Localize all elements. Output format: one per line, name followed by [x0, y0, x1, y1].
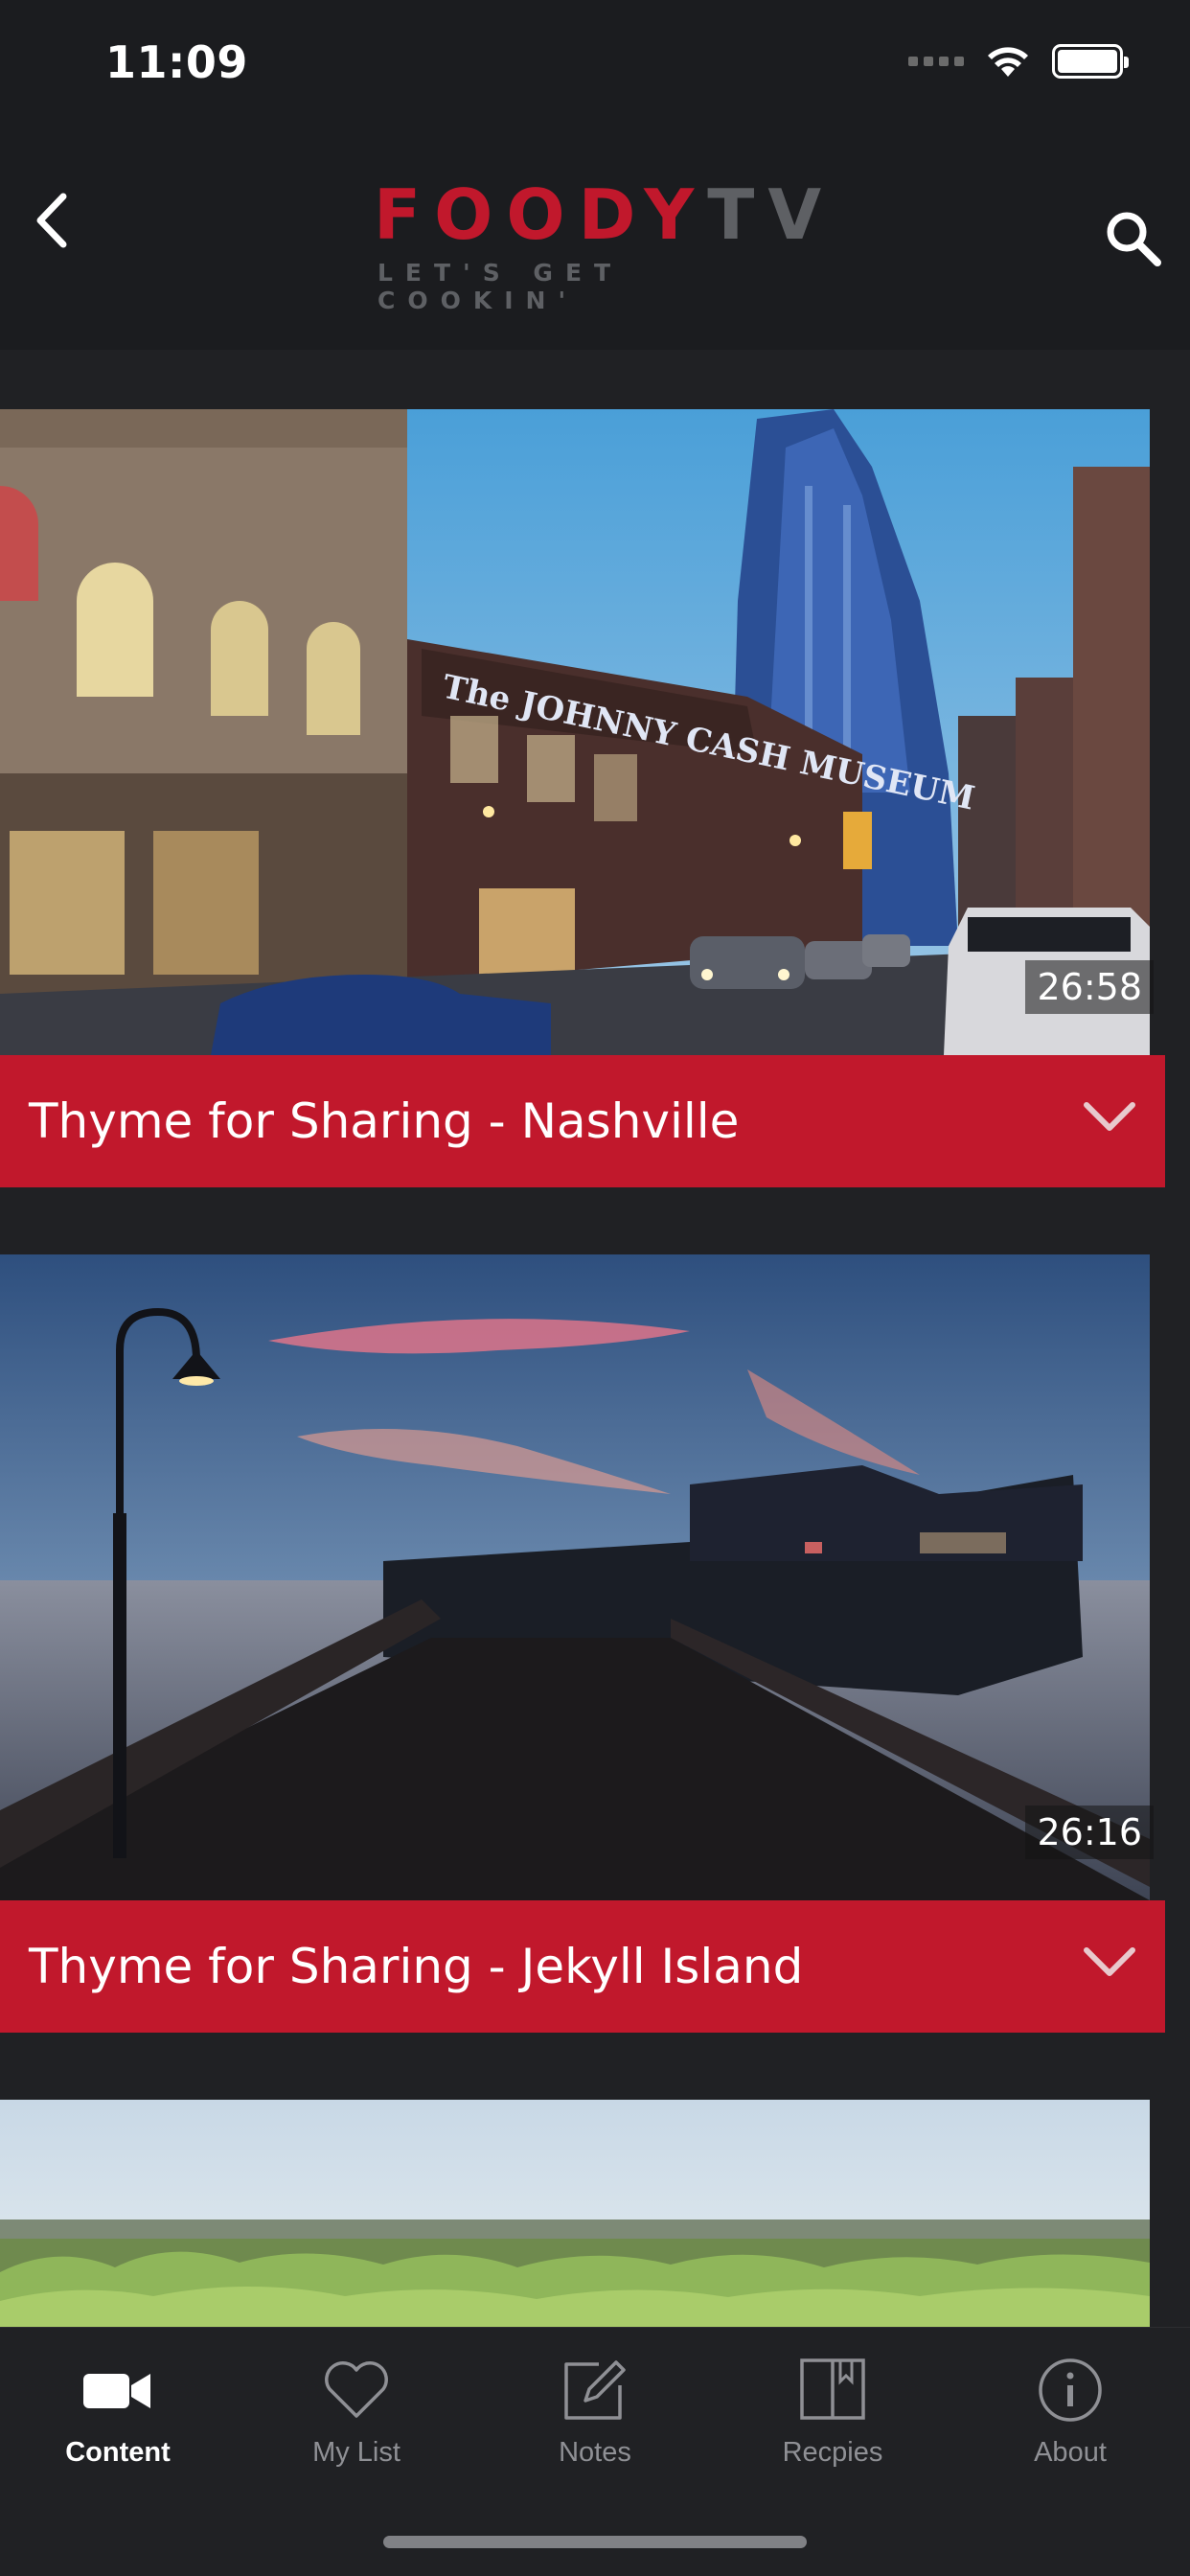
episode-thumbnail[interactable] — [0, 1254, 1150, 1900]
status-time: 11:09 — [105, 36, 248, 88]
wifi-icon — [988, 47, 1028, 77]
chevron-down-icon[interactable] — [1083, 1943, 1136, 1981]
episode-thumbnail[interactable]: The JOHNNY CASH MUSEUM — [0, 409, 1150, 1055]
home-indicator[interactable] — [383, 2536, 807, 2548]
status-icons — [908, 44, 1129, 79]
book-icon — [800, 2358, 865, 2420]
search-icon[interactable] — [1104, 209, 1163, 268]
episode-card[interactable] — [0, 2100, 1165, 2327]
edit-note-icon — [564, 2360, 626, 2420]
tab-label: Recpies — [782, 2437, 883, 2468]
tab-about[interactable]: About — [955, 2357, 1185, 2491]
tab-notes[interactable]: Notes — [480, 2357, 710, 2491]
episode-title-bar[interactable]: Thyme for Sharing - Nashville — [0, 1055, 1165, 1187]
episode-duration: 26:58 — [1025, 960, 1154, 1014]
episode-title: Thyme for Sharing - Nashville — [29, 1093, 740, 1149]
heart-icon — [325, 2361, 388, 2418]
tab-my-list[interactable]: My List — [241, 2357, 471, 2491]
foodytv-logo: FOODYTV LET'S GET COOKIN' — [374, 180, 821, 314]
info-icon — [1039, 2358, 1102, 2422]
tab-label: Content — [65, 2437, 171, 2468]
tab-label: About — [1034, 2437, 1107, 2468]
episode-card[interactable]: The JOHNNY CASH MUSEUM 26:58 Thyme for S… — [0, 409, 1165, 1187]
episode-thumbnail[interactable] — [0, 2100, 1150, 2327]
logo-tagline: LET'S GET COOKIN' — [378, 259, 624, 314]
tab-content[interactable]: Content — [3, 2357, 233, 2491]
tab-recipes[interactable]: Recpies — [718, 2357, 948, 2491]
episode-duration: 26:16 — [1025, 1806, 1154, 1859]
back-button[interactable] — [25, 187, 82, 254]
episode-title: Thyme for Sharing - Jekyll Island — [29, 1939, 804, 1994]
episode-card[interactable]: 26:16 Thyme for Sharing - Jekyll Island — [0, 1254, 1165, 2033]
battery-icon — [1052, 44, 1129, 79]
episode-title-bar[interactable]: Thyme for Sharing - Jekyll Island — [0, 1900, 1165, 2033]
tab-label: Notes — [559, 2437, 631, 2468]
video-camera-icon — [83, 2374, 150, 2408]
app-header: 11:09 FOODYTV LET'S GET COOKIN' — [0, 0, 1190, 350]
signal-icon — [908, 57, 964, 66]
chevron-down-icon[interactable] — [1083, 1097, 1136, 1136]
logo-tv: TV — [707, 174, 835, 255]
logo-foody: FOODY — [374, 174, 708, 255]
tab-label: My List — [312, 2437, 400, 2468]
